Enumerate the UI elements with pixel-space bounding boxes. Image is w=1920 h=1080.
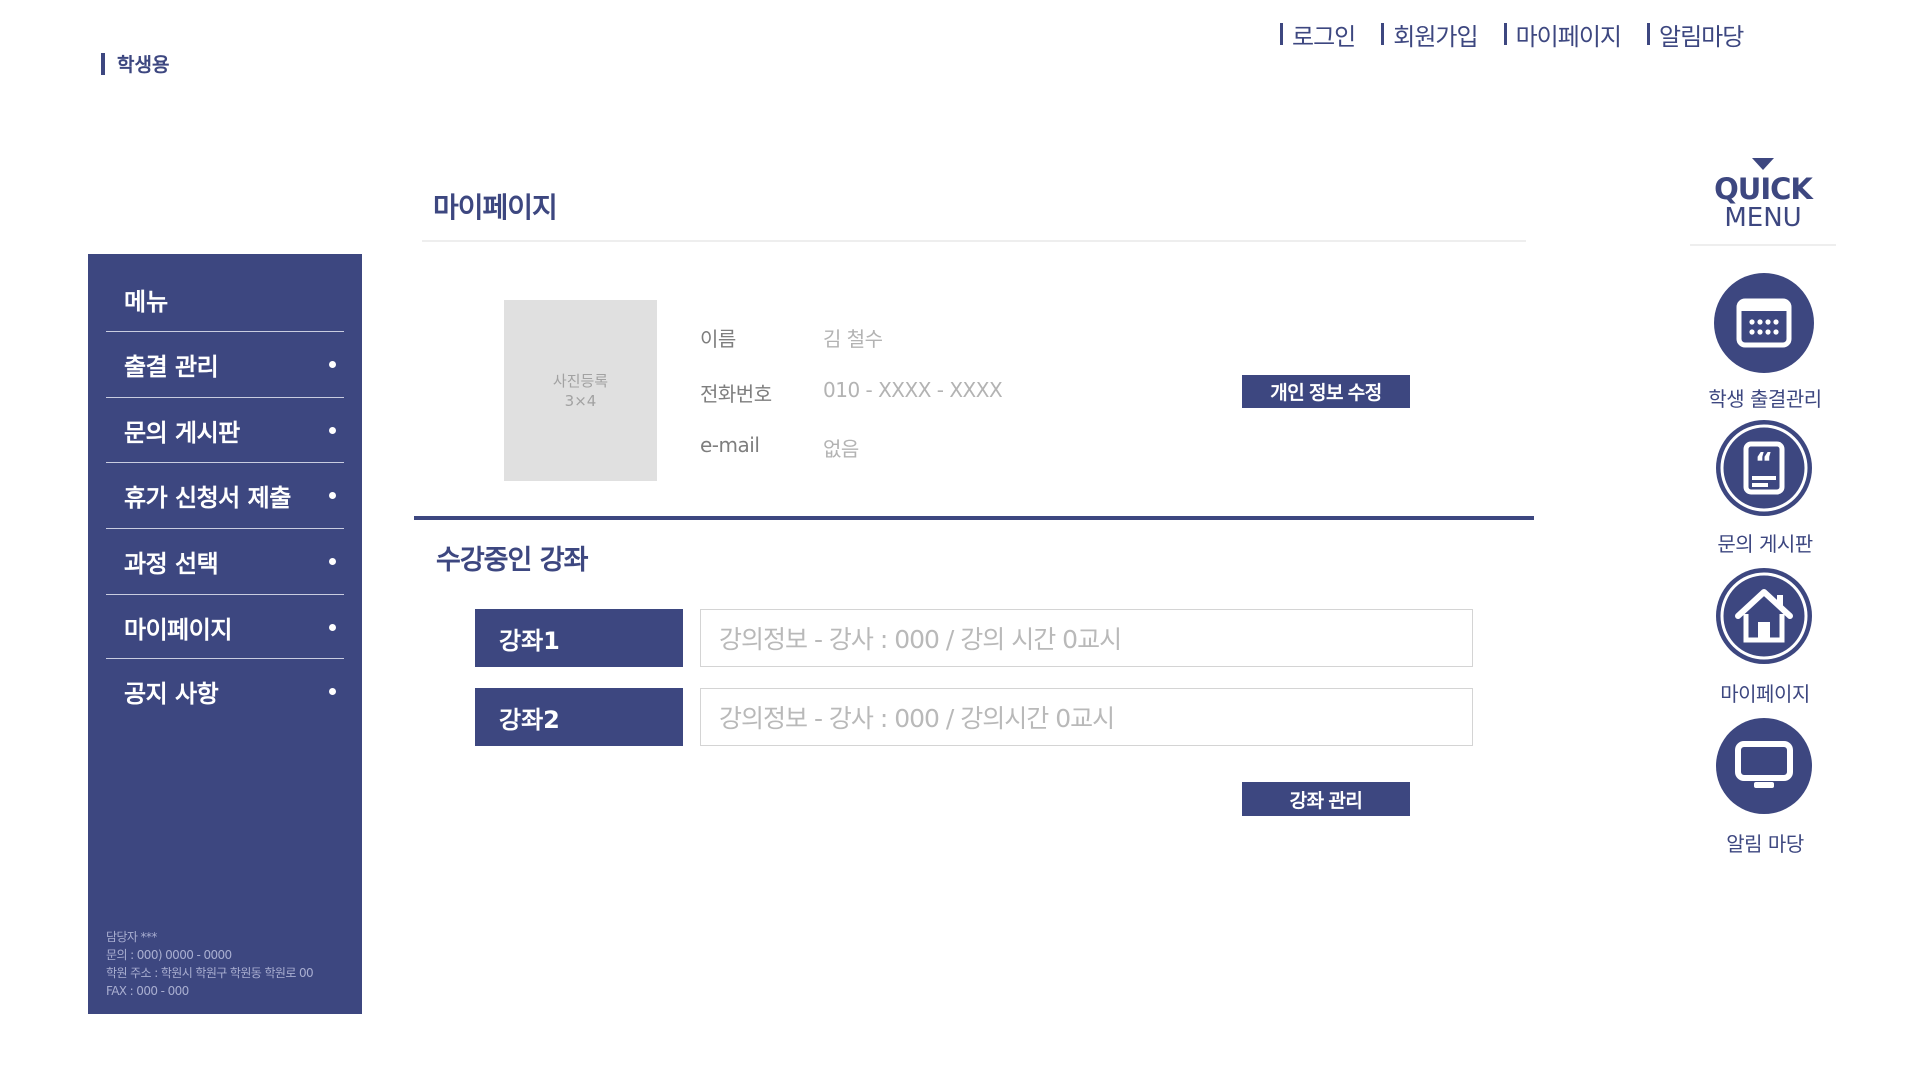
edit-profile-button[interactable]: 개인 정보 수정 — [1242, 375, 1410, 408]
sidebar: 메뉴 출결 관리 문의 게시판 휴가 신청서 제출 과정 선택 마이페이지 공지… — [88, 254, 362, 1014]
top-nav-login[interactable]: 로그인 — [1280, 14, 1356, 54]
footer-address: 학원 주소 : 학원시 학원구 학원동 학원로 00 — [106, 966, 314, 980]
courses-title: 수강중인 강좌 — [436, 545, 588, 576]
footer-contact: 문의 : 000) 0000 - 0000 — [106, 948, 232, 962]
title-divider — [422, 240, 1526, 242]
sidebar-title: 메뉴 — [124, 288, 169, 316]
nav-divider — [1503, 23, 1507, 45]
sidebar-divider — [106, 462, 344, 463]
monitor-icon — [1716, 718, 1812, 814]
nav-divider — [1646, 23, 1650, 45]
email-value: 없음 — [823, 437, 859, 461]
photo-label: 사진등록 — [552, 371, 609, 390]
name-value: 김 철수 — [823, 327, 883, 351]
svg-text:“: “ — [1755, 446, 1773, 479]
quick-item-label: 마이페이지 — [1720, 682, 1810, 706]
home-icon — [1716, 568, 1812, 664]
email-label: e-mail — [700, 433, 760, 457]
quick-item-label: 학생 출결관리 — [1708, 387, 1822, 411]
site-label-bar — [101, 52, 105, 75]
nav-divider — [1280, 23, 1283, 45]
course-info-2[interactable]: 강의정보 - 강사 : 000 / 강의시간 0교시 — [700, 688, 1473, 746]
sidebar-item-inquiry[interactable]: 문의 게시판 — [106, 399, 344, 461]
sidebar-item-attendance[interactable]: 출결 관리 — [106, 333, 344, 395]
manage-courses-button[interactable]: 강좌 관리 — [1242, 782, 1410, 816]
quick-item-label: 문의 게시판 — [1717, 532, 1813, 556]
sidebar-footer: 담당자 *** 문의 : 000) 0000 - 0000 학원 주소 : 학원… — [106, 928, 314, 1000]
bullet-icon — [329, 687, 336, 695]
sidebar-item-label: 공지 사항 — [124, 679, 219, 708]
footer-manager: 담당자 *** — [106, 930, 157, 944]
site-label-text: 학생용 — [117, 54, 170, 76]
sidebar-item-label: 문의 게시판 — [124, 418, 240, 447]
sidebar-item-leave-request[interactable]: 휴가 신청서 제출 — [106, 464, 344, 526]
top-nav: 로그인 회원가입 마이페이지 알림마당 — [1280, 14, 1769, 54]
page-title: 마이페이지 — [433, 191, 558, 224]
sidebar-divider — [106, 658, 344, 659]
quick-menu-divider — [1690, 244, 1836, 246]
top-nav-notices[interactable]: 알림마당 — [1646, 14, 1744, 54]
course-tag-1[interactable]: 강좌1 — [475, 609, 683, 667]
quick-item-mypage[interactable]: 마이페이지 — [1700, 568, 1826, 708]
quick-menu-arrow-icon — [1752, 158, 1774, 170]
bullet-icon — [329, 623, 336, 631]
profile-photo-placeholder[interactable]: 사진등록 3×4 — [504, 300, 657, 481]
sidebar-item-label: 휴가 신청서 제출 — [124, 483, 291, 512]
quick-item-label: 알림 마당 — [1726, 832, 1804, 856]
course-tag-2[interactable]: 강좌2 — [475, 688, 683, 746]
quick-menu-title: QUICK — [1714, 172, 1813, 206]
sidebar-divider — [106, 397, 344, 398]
course-info-1[interactable]: 강의정보 - 강사 : 000 / 강의 시간 0교시 — [700, 609, 1473, 667]
top-nav-label: 회원가입 — [1393, 22, 1478, 51]
photo-size: 3×4 — [564, 391, 597, 410]
sidebar-item-notices[interactable]: 공지 사항 — [106, 660, 344, 722]
top-nav-mypage[interactable]: 마이페이지 — [1503, 14, 1622, 54]
top-nav-label: 알림마당 — [1658, 22, 1744, 51]
top-nav-label: 마이페이지 — [1515, 22, 1622, 51]
quick-item-inquiry[interactable]: “ 문의 게시판 — [1700, 420, 1826, 560]
sidebar-divider — [106, 528, 344, 529]
sidebar-item-label: 마이페이지 — [124, 615, 232, 644]
site-label: 학생용 — [101, 50, 169, 77]
bullet-icon — [329, 360, 336, 368]
calendar-icon — [1714, 273, 1814, 373]
sidebar-item-course-select[interactable]: 과정 선택 — [106, 530, 344, 592]
footer-fax: FAX : 000 - 000 — [106, 984, 189, 998]
bullet-icon — [329, 557, 336, 565]
sidebar-item-mypage[interactable]: 마이페이지 — [106, 596, 344, 658]
phone-label: 전화번호 — [700, 382, 772, 406]
top-nav-signup[interactable]: 회원가입 — [1381, 14, 1479, 54]
quick-item-attendance[interactable]: 학생 출결관리 — [1700, 273, 1826, 413]
sidebar-divider — [106, 331, 344, 332]
bullet-icon — [329, 491, 336, 499]
section-divider — [414, 516, 1534, 520]
nav-divider — [1381, 23, 1385, 45]
quick-item-notices[interactable]: 알림 마당 — [1700, 718, 1826, 858]
quote-document-icon: “ — [1716, 420, 1812, 516]
sidebar-item-label: 출결 관리 — [124, 352, 219, 381]
phone-value: 010 - XXXX - XXXX — [823, 378, 1003, 402]
sidebar-item-label: 과정 선택 — [124, 549, 219, 578]
bullet-icon — [329, 426, 336, 434]
quick-menu-subtitle: MENU — [1724, 203, 1802, 233]
sidebar-divider — [106, 594, 344, 595]
name-label: 이름 — [700, 327, 736, 351]
top-nav-label: 로그인 — [1292, 22, 1356, 51]
